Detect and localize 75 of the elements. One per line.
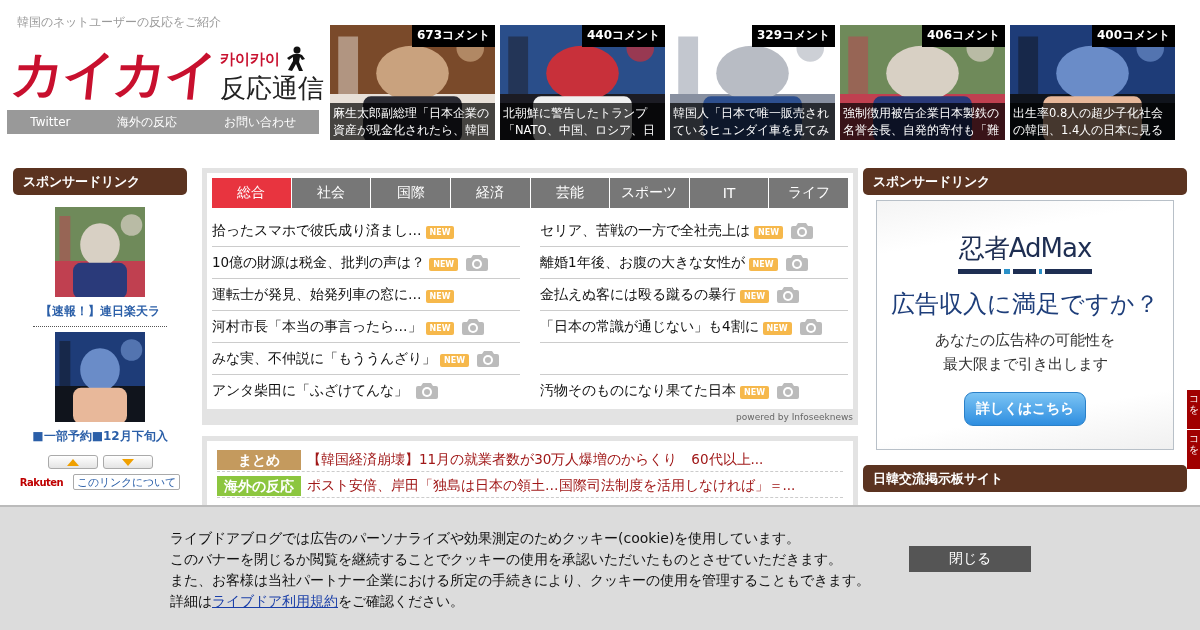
- category-tab[interactable]: 経済: [450, 178, 530, 208]
- ad-headline: 広告収入に満足ですか？: [891, 289, 1159, 320]
- ad-link[interactable]: ■一部予約■12月下旬入: [32, 428, 168, 445]
- cookie-notice: ライブドアブログでは広告のパーソナライズや効果測定のためクッキー(cookie)を使用しています。 このバナーを閉じるか閲覧を継続することでクッキーの使用を承認いただいたものとさせていただきます。 また、お客様は当社パートナー企業における所定の手続きにより、クッキーの使用を管理することもできます。 詳細はライブドア利用規約をご確認ください。: [170, 528, 870, 611]
- new-badge: NEW: [748, 257, 778, 271]
- down-arrow-icon: [121, 458, 134, 466]
- section-header: スポンサードリンク: [13, 168, 187, 195]
- credit-text: powered by Infoseeknews: [735, 412, 853, 422]
- about-link-button[interactable]: このリンクについて: [73, 474, 181, 490]
- article-caption: 麻生太郎副総理「日本企業の 資産が現金化されたら、韓国: [330, 103, 495, 140]
- logo-korean-text: 카이카이: [220, 49, 280, 69]
- new-badge: NEW: [754, 225, 783, 239]
- new-badge: NEW: [740, 385, 769, 399]
- close-button[interactable]: 閉じる: [909, 545, 1031, 572]
- ad-banner[interactable]: 忍者AdMax 広告収入に満足ですか？ あなたの広告枠の可能性を 最大限まで引き出します 詳しくはこちら: [876, 200, 1174, 450]
- comment-count: 406コメント: [921, 25, 1005, 47]
- scroll-down-button[interactable]: [102, 455, 153, 469]
- article-caption: 北朝鮮に警告したトランプ 「NATO、中国、ロシア、日: [500, 103, 665, 140]
- headline-link[interactable]: ポスト安倍、岸田「独島は日本の領土…国際司法制度を活用しなければ」＝...: [307, 477, 796, 495]
- new-badge: NEW: [425, 321, 455, 335]
- new-badge: NEW: [740, 289, 769, 303]
- news-link[interactable]: 拾ったスマホで彼氏成り済まし… NEW: [212, 221, 455, 240]
- article-caption: 韓国人「日本で唯一販売され ているヒュンダイ車を見てみ: [670, 103, 835, 140]
- logo-underline-icon: [958, 269, 1092, 274]
- section-header: 日韓交流掲示板サイト: [863, 465, 1187, 492]
- featured-article[interactable]: 329コメント 韓国人「日本で唯一販売され ているヒュンダイ車を見てみ: [670, 25, 835, 140]
- side-tab[interactable]: コを: [1187, 390, 1200, 429]
- category-tab[interactable]: スポーツ: [610, 178, 689, 208]
- new-badge: NEW: [429, 257, 459, 271]
- category-tab[interactable]: IT: [689, 178, 769, 208]
- category-tab[interactable]: 国際: [371, 178, 450, 208]
- comment-count: 400コメント: [1091, 25, 1175, 47]
- news-link[interactable]: 汚物そのものになり果てた日本 NEW: [540, 381, 769, 400]
- news-link[interactable]: 運転士が発見、始発列車の窓に… NEW: [212, 285, 455, 304]
- news-link[interactable]: アンタ柴田に「ふざけてんな」: [212, 381, 408, 400]
- running-figure-icon: [286, 46, 306, 72]
- headline-link[interactable]: 【韓国経済崩壊】11月の就業者数が30万人爆増のからくり 60代以上...: [307, 451, 764, 469]
- featured-article[interactable]: 406コメント 強制徴用被告企業日本製鉄の 名誉会長、自発的寄付も「難: [840, 25, 1005, 140]
- ad-brand-text: 忍者AdMax: [958, 232, 1092, 265]
- news-link[interactable]: セリア、苦戦の一方で全社売上は NEW: [540, 221, 783, 240]
- new-badge: NEW: [425, 225, 455, 239]
- ad-body-text: あなたの広告枠の可能性を 最大限まで引き出します: [935, 330, 1115, 375]
- comment-count: 329コメント: [751, 25, 835, 47]
- ad-link[interactable]: 【速報！】連日楽天ラ: [40, 303, 160, 320]
- new-badge: NEW: [762, 321, 792, 335]
- featured-article[interactable]: 673コメント 麻生太郎副総理「日本企業の 資産が現金化されたら、韓国: [330, 25, 495, 140]
- news-link[interactable]: 「日本の常識が通じない」も4割に NEW: [540, 317, 792, 336]
- site-tagline: 韓国のネットユーザーの反応をご紹介: [17, 14, 222, 28]
- up-arrow-icon: [66, 458, 79, 466]
- terms-link[interactable]: ライブドア利用規約: [212, 592, 338, 609]
- category-tag: 海外の反応: [217, 476, 301, 496]
- article-caption: 強制徴用被告企業日本製鉄の 名誉会長、自発的寄付も「難: [840, 103, 1005, 140]
- category-tab[interactable]: 芸能: [530, 178, 610, 208]
- featured-article[interactable]: 400コメント 出生率0.8人の超少子化社会 の韓国、1.4人の日本に見る: [1010, 25, 1175, 140]
- category-tab[interactable]: 社会: [291, 178, 371, 208]
- side-tab[interactable]: コを: [1187, 430, 1200, 469]
- news-link[interactable]: 10億の財源は税金、批判の声は？ NEW: [212, 253, 459, 272]
- section-header: スポンサードリンク: [863, 168, 1187, 195]
- category-tag: まとめ: [217, 450, 301, 470]
- news-link[interactable]: 金払えぬ客には殴る蹴るの暴行 NEW: [540, 285, 769, 304]
- article-caption: 出生率0.8人の超少子化社会 の韓国、1.4人の日本に見る: [1010, 103, 1175, 140]
- category-tab[interactable]: 総合: [212, 178, 291, 208]
- new-badge: NEW: [425, 289, 455, 303]
- logo-subtitle: 反応通信: [220, 72, 324, 104]
- comment-count: 440コメント: [581, 25, 665, 47]
- category-tab[interactable]: ライフ: [769, 178, 848, 208]
- scroll-up-button[interactable]: [47, 455, 98, 469]
- site-logo-text[interactable]: カイカイ: [8, 44, 220, 104]
- news-link[interactable]: 河村市長「本当の事言ったら…」 NEW: [212, 317, 455, 336]
- featured-article[interactable]: 440コメント 北朝鮮に警告したトランプ 「NATO、中国、ロシア、日: [500, 25, 665, 140]
- news-link[interactable]: みな実、不仲説に「もううんざり」 NEW: [212, 349, 469, 368]
- comment-count: 673コメント: [411, 25, 495, 47]
- brand-logo-text: Rakuten: [19, 476, 64, 488]
- new-badge: NEW: [440, 353, 469, 367]
- news-link[interactable]: 離婚1年後、お腹の大きな女性が NEW: [540, 253, 778, 272]
